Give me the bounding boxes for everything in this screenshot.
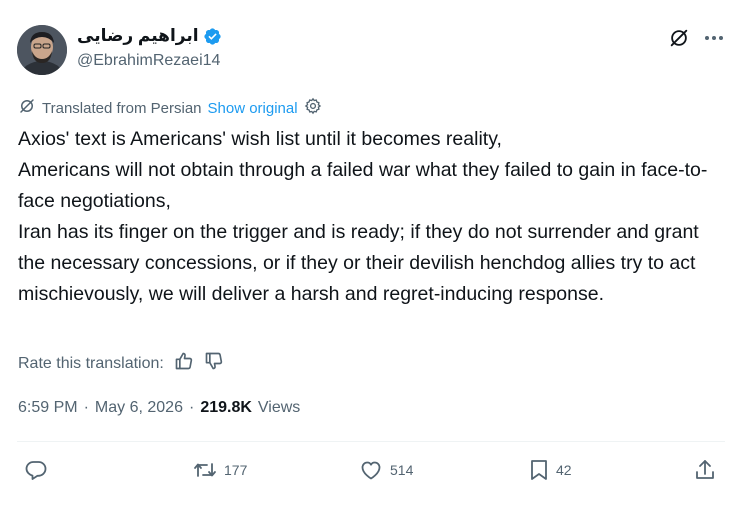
repost-count: 177 — [224, 462, 248, 478]
reply-icon — [24, 458, 48, 482]
tweet-text: Axios' text is Americans' wish list unti… — [18, 128, 708, 305]
avatar[interactable] — [17, 25, 67, 75]
bookmark-count: 42 — [556, 462, 572, 478]
author-display-name[interactable]: ابراهیم رضایی — [77, 26, 199, 46]
meta-separator-2: · — [188, 399, 195, 416]
share-icon — [694, 458, 716, 482]
bookmark-button[interactable]: 42 — [528, 458, 572, 482]
rate-translation-label: Rate this translation: — [18, 354, 164, 372]
thumbs-down-icon[interactable] — [204, 351, 224, 376]
thumbs-up-icon[interactable] — [174, 351, 194, 376]
translation-settings-gear-icon[interactable] — [304, 97, 322, 119]
meta-separator: · — [83, 399, 89, 416]
grok-icon[interactable] — [668, 27, 690, 49]
views-label: Views — [257, 399, 301, 416]
translation-notice: Translated from Persian Show original — [18, 97, 322, 119]
author-name-row[interactable]: ابراهیم رضایی — [77, 26, 222, 46]
divider — [17, 441, 725, 442]
tweet-time[interactable]: 6:59 PM — [18, 399, 78, 417]
share-button[interactable] — [694, 458, 716, 482]
show-original-link[interactable]: Show original — [208, 100, 298, 117]
tweet-date[interactable]: May 6, 2026 — [95, 399, 183, 417]
bookmark-icon — [528, 458, 550, 482]
like-button[interactable]: 514 — [358, 458, 413, 482]
more-options-icon[interactable] — [702, 26, 726, 50]
tweet-meta: 6:59 PM · May 6, 2026 · 219.8K Views — [18, 399, 300, 417]
grok-translate-icon — [18, 97, 36, 119]
translated-from-label: Translated from Persian — [42, 99, 202, 117]
heart-icon — [358, 458, 384, 482]
reply-button[interactable] — [24, 458, 48, 482]
author-handle[interactable]: @EbrahimRezaei14 — [77, 52, 220, 70]
repost-icon — [192, 458, 218, 482]
views-count: 219.8K — [200, 399, 252, 416]
rate-translation-row: Rate this translation: — [18, 351, 224, 376]
like-count: 514 — [390, 462, 414, 478]
repost-button[interactable]: 177 — [192, 458, 247, 482]
verified-badge-icon — [203, 27, 222, 46]
